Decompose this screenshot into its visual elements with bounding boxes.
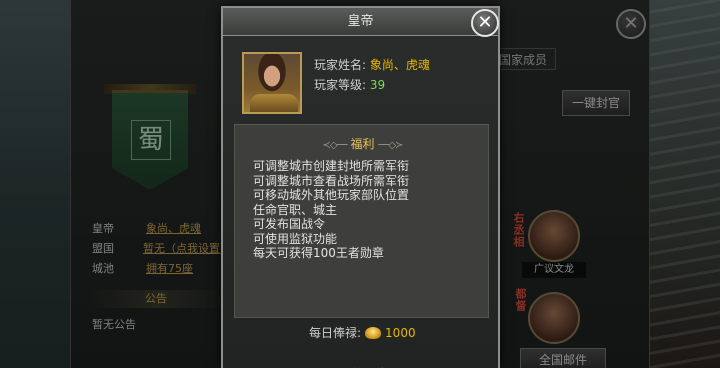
player-level: 39 (369, 78, 386, 92)
benefit-item: 每天可获得100王者勋章 (253, 246, 384, 260)
close-icon[interactable]: ✕ (471, 9, 499, 37)
claim-salary-button[interactable]: 已经领取俸禄 (303, 360, 423, 368)
benefit-item: 可使用监狱功能 (253, 231, 338, 246)
dialog-title: 皇帝 (223, 8, 498, 36)
benefit-item: 可调整城市创建封地所需军衔 (253, 159, 410, 173)
benefits-list: 可调整城市创建封地所需军衔 可调整城市查看战场所需军衔 可移动城外其他玩家部队位… (253, 159, 409, 261)
player-name-label: 玩家姓名: (314, 58, 367, 72)
emperor-dialog: 皇帝 ✕ 玩家姓名: 象尚、虎魂 玩家等级: 39 ≺◇── 福利 ──◇≻ 可… (221, 6, 500, 368)
benefit-item: 可移动城外其他玩家部队位置 (253, 188, 410, 202)
benefit-item: 任命官职、城主 (253, 202, 338, 217)
salary-value: 1000 (385, 325, 416, 340)
avatar-armor (250, 94, 298, 112)
benefits-header: ≺◇── 福利 ──◇≻ (235, 135, 490, 152)
player-name: 象尚、虎魂 (369, 58, 430, 72)
benefit-item: 可调整城市查看战场所需军衔 (253, 173, 410, 188)
player-level-line: 玩家等级: 39 (314, 76, 385, 93)
benefits-title: 福利 (350, 137, 375, 151)
salary-label: 每日俸禄: (309, 326, 362, 340)
player-avatar (242, 52, 302, 114)
ornament-left-icon: ≺◇── (322, 140, 348, 151)
benefits-panel: ≺◇── 福利 ──◇≻ 可调整城市创建封地所需军衔 可调整城市查看战场所需军衔… (234, 124, 489, 318)
ornament-right-icon: ──◇≻ (378, 140, 403, 151)
player-name-line: 玩家姓名: 象尚、虎魂 (314, 56, 430, 73)
daily-salary: 每日俸禄: 1000 (309, 324, 416, 341)
player-level-label: 玩家等级: (314, 78, 367, 92)
gold-ingot-icon (365, 326, 382, 339)
benefit-item: 可发布国战令 (253, 217, 326, 231)
